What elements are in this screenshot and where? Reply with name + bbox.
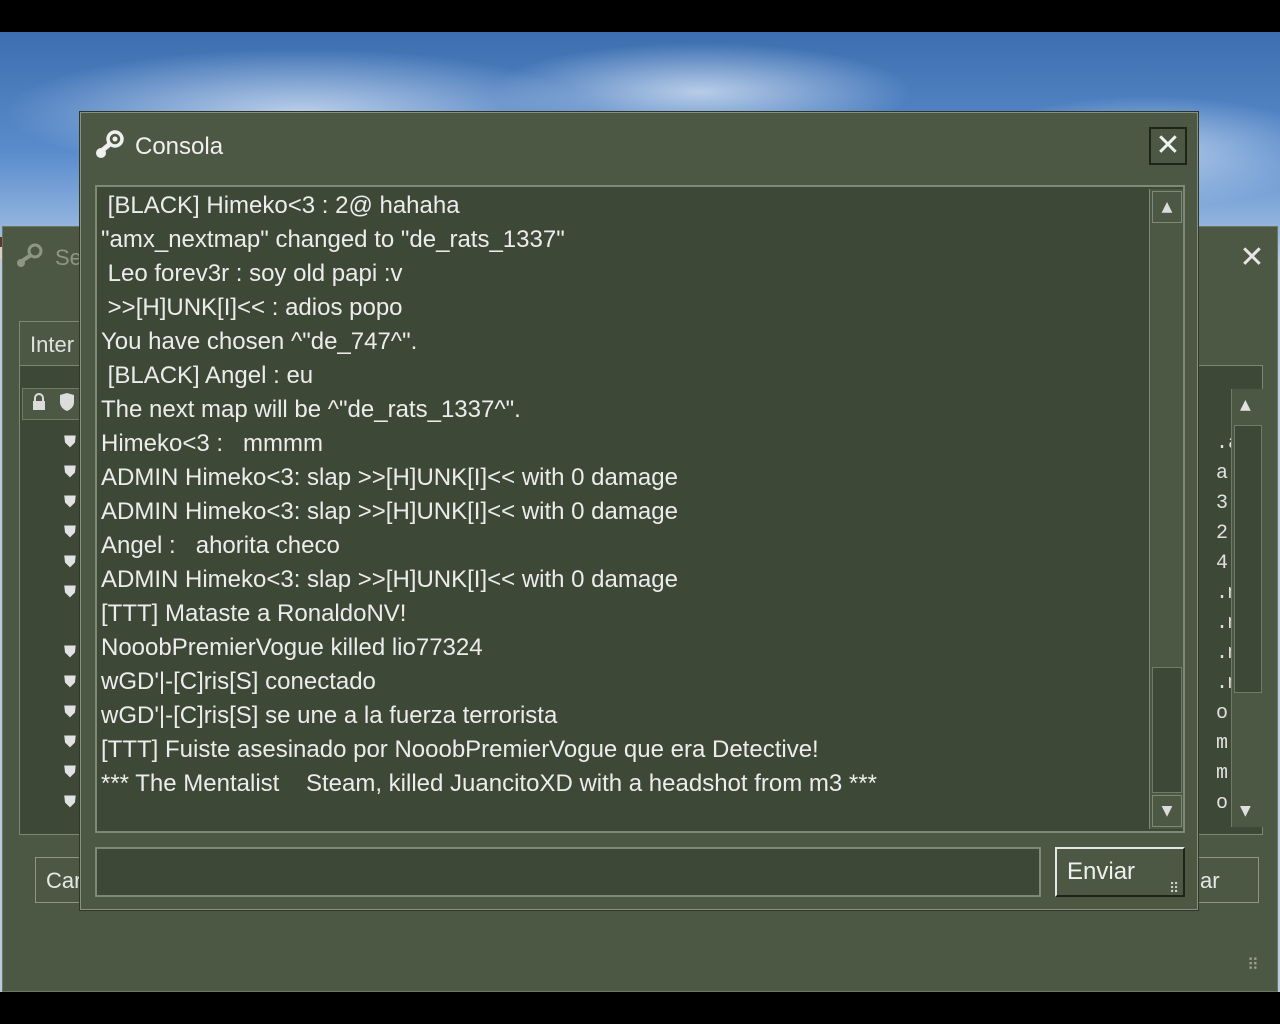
console-close-button[interactable]: ✕ <box>1149 127 1187 165</box>
shield-icon: ⛊ <box>64 432 77 451</box>
shield-icon: ⛊ <box>64 582 77 601</box>
shield-icon: ⛊ <box>64 762 77 781</box>
shield-icon: ⛊ <box>64 732 77 751</box>
console-line: You have chosen ^"de_747^". <box>101 328 418 355</box>
console-title: Consola <box>135 133 224 160</box>
console-line: ADMIN Himeko<3: slap >>[H]UNK[I]<< with … <box>101 566 678 593</box>
console-line: Leo forev3r : soy old papi :v <box>101 260 403 287</box>
shield-icon: ⛊ <box>64 672 77 691</box>
console-line: >>[H]UNK[I]<< : adios popo <box>101 294 403 321</box>
server-list-scrollbar[interactable]: ▲ ▼ <box>1231 389 1265 827</box>
console-line: wGD'|-[C]ris[S] conectado <box>101 668 376 695</box>
scroll-up-icon[interactable]: ▲ <box>1152 191 1182 223</box>
server-browser-title: Se <box>55 245 82 270</box>
send-button[interactable]: Enviar <box>1055 847 1185 897</box>
console-line: [TTT] Fuiste asesinado por NooobPremierV… <box>101 736 819 763</box>
shield-icon: ⛊ <box>64 642 77 661</box>
scrollbar-track[interactable] <box>1152 225 1182 665</box>
server-browser-close-button[interactable]: ✕ <box>1235 241 1269 275</box>
shield-icon <box>59 393 75 415</box>
console-line: Angel : ahorita checo <box>101 532 340 559</box>
scroll-up-icon[interactable]: ▲ <box>1240 397 1251 413</box>
scroll-down-icon[interactable]: ▼ <box>1240 803 1251 819</box>
console-scrollbar[interactable]: ▲ ▼ <box>1149 189 1183 829</box>
letterbox-bottom <box>0 992 1280 1024</box>
console-line: "amx_nextmap" changed to "de_rats_1337" <box>101 226 565 253</box>
letterbox-top <box>0 0 1280 32</box>
console-window: Consola ✕ [BLACK] Himeko<3 : 2@ hahaha "… <box>80 112 1198 910</box>
console-line: Himeko<3 : mmmm <box>101 430 324 457</box>
console-command-input[interactable] <box>95 847 1041 897</box>
console-output[interactable]: [BLACK] Himeko<3 : 2@ hahaha "amx_nextma… <box>95 185 1185 833</box>
shield-icon: ⛊ <box>64 462 77 481</box>
console-line: ADMIN Himeko<3: slap >>[H]UNK[I]<< with … <box>101 464 678 491</box>
console-line: *** The Mentalist Steam, killed Juancito… <box>101 770 877 797</box>
scrollbar-thumb[interactable] <box>1152 667 1182 793</box>
shield-icon: ⛊ <box>64 522 77 541</box>
shield-icon: ⛊ <box>64 792 77 811</box>
shield-icon: ⛊ <box>64 552 77 571</box>
scroll-down-icon[interactable]: ▼ <box>1152 795 1182 827</box>
scrollbar-thumb[interactable] <box>1234 425 1262 693</box>
lock-icon <box>31 393 47 415</box>
console-line: [TTT] Mataste a RonaldoNV! <box>101 600 407 627</box>
shield-icon: ⛊ <box>64 492 77 511</box>
resize-grip-icon[interactable]: ⠿ <box>1247 955 1259 974</box>
console-line: The next map will be ^"de_rats_1337^". <box>101 396 521 423</box>
console-line: wGD'|-[C]ris[S] se une a la fuerza terro… <box>101 702 558 729</box>
console-line: [BLACK] Himeko<3 : 2@ hahaha <box>101 192 460 219</box>
console-line: ADMIN Himeko<3: slap >>[H]UNK[I]<< with … <box>101 498 678 525</box>
steam-icon <box>15 243 45 275</box>
console-lines: [BLACK] Himeko<3 : 2@ hahaha "amx_nextma… <box>101 189 1147 801</box>
console-line: NooobPremierVogue killed lio77324 <box>101 634 483 661</box>
steam-icon <box>93 129 127 163</box>
shield-icon: ⛊ <box>64 702 77 721</box>
console-line: [BLACK] Angel : eu <box>101 362 314 389</box>
resize-grip-icon[interactable]: ⠿ <box>1169 881 1179 897</box>
